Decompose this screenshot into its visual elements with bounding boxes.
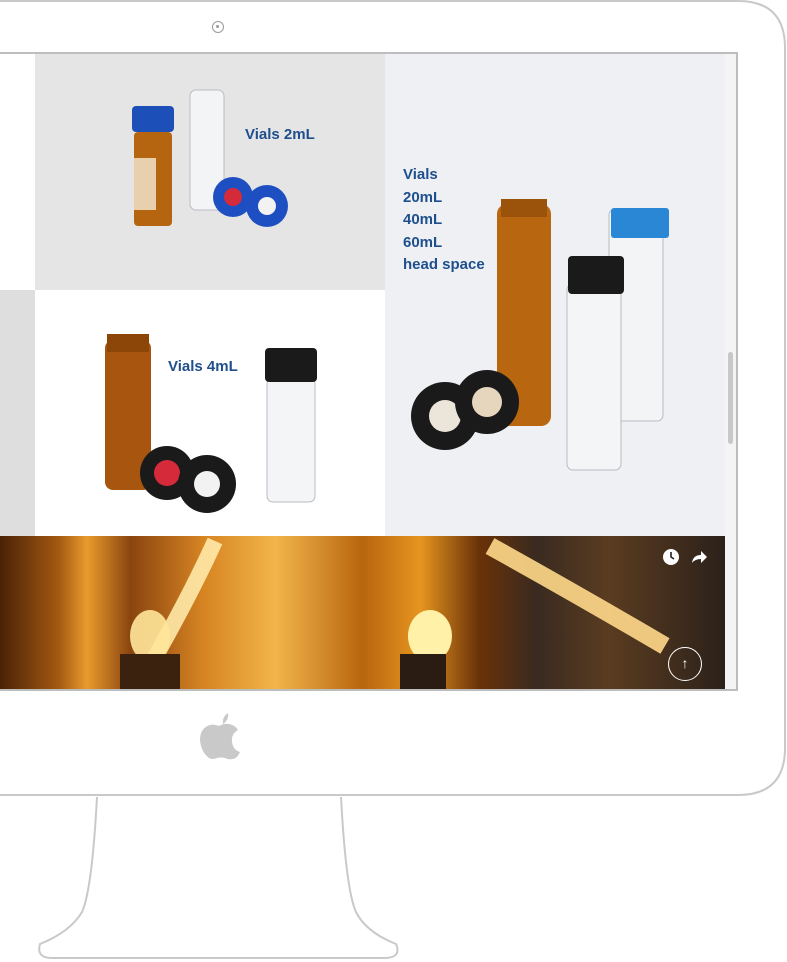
vials-large-image xyxy=(411,199,669,471)
screen: Vials 2mL Vials 20mL 40mL 60mL head spac… xyxy=(0,52,738,691)
arrow-up-icon[interactable]: ↑ xyxy=(668,647,702,681)
label-vials-4ml: Vials 4mL xyxy=(168,358,238,375)
imac-frame: Vials 2mL Vials 20mL 40mL 60mL head spac… xyxy=(0,0,787,962)
share-icon[interactable] xyxy=(690,548,708,570)
vials-4ml-image xyxy=(105,334,317,513)
webcam-icon xyxy=(212,21,224,33)
product-tile-vials-4ml[interactable]: Vials 4mL xyxy=(35,290,385,536)
video-player[interactable]: ↑ xyxy=(0,536,725,689)
left-panel-edge xyxy=(0,290,35,536)
clock-icon[interactable] xyxy=(662,548,680,570)
scrollbar[interactable] xyxy=(725,54,736,689)
vials-2ml-image xyxy=(132,89,288,227)
apple-logo-icon xyxy=(198,710,242,765)
scrollbar-thumb[interactable] xyxy=(728,352,733,444)
label-vials-large: Vials 20mL 40mL 60mL head space xyxy=(403,166,485,273)
label-vials-2ml: Vials 2mL xyxy=(245,126,315,143)
product-tile-vials-large[interactable]: Vials 20mL 40mL 60mL head space xyxy=(385,54,725,536)
video-frame xyxy=(120,537,670,689)
product-tile-vials-2ml[interactable]: Vials 2mL xyxy=(35,54,385,290)
